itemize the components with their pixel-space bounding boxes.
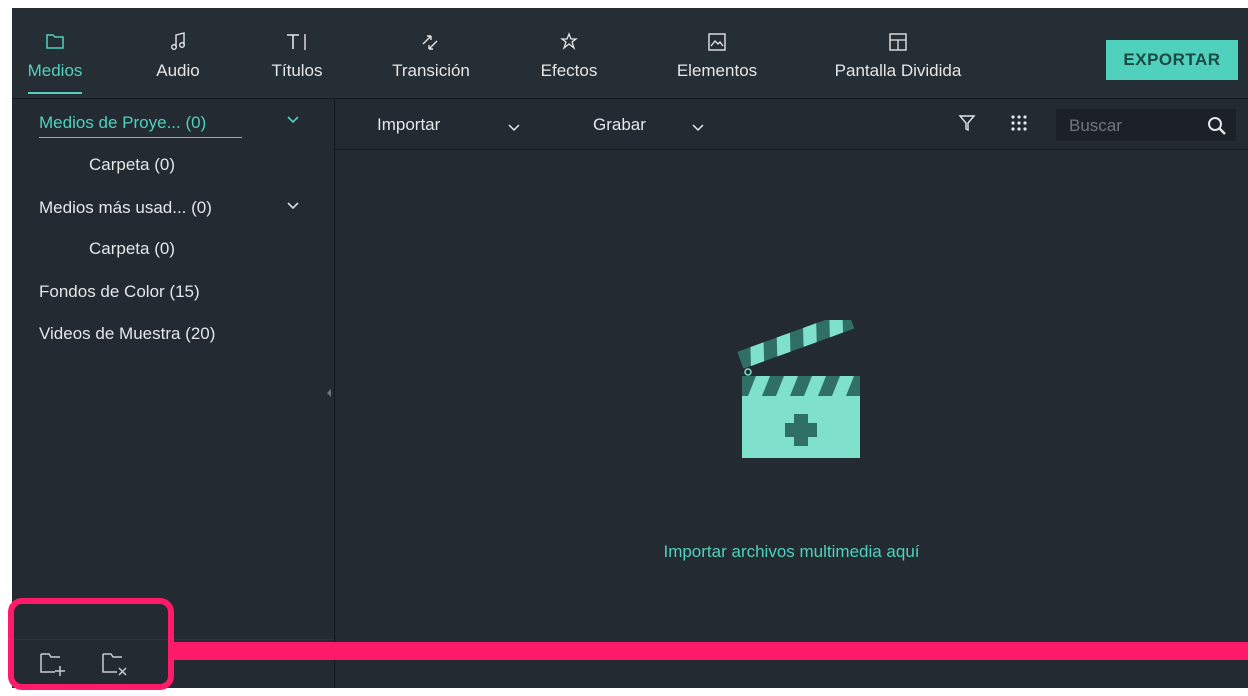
collapse-sidebar-handle[interactable] xyxy=(326,385,332,403)
import-dropdown[interactable]: Importar xyxy=(377,115,440,135)
tab-label: Audio xyxy=(156,61,200,80)
import-hint-text: Importar archivos multimedia aquí xyxy=(663,542,920,561)
tab-titulos[interactable]: Títulos xyxy=(262,32,332,96)
text-title-icon xyxy=(262,32,332,58)
tab-label: Medios xyxy=(27,61,83,80)
filter-icon[interactable] xyxy=(957,113,977,138)
tab-audio[interactable]: Audio xyxy=(148,32,208,96)
search-input[interactable] xyxy=(1067,109,1211,143)
search-box xyxy=(1056,109,1236,143)
tab-label: Elementos xyxy=(676,61,758,80)
media-toolbar: Importar Grabar xyxy=(335,99,1248,150)
sidebar-item-most-used-media[interactable]: Medios más usad... (0) xyxy=(39,198,212,218)
image-elements-icon xyxy=(662,32,772,58)
grid-view-icon[interactable] xyxy=(1009,113,1029,138)
media-library-panel: Importar Grabar Buscar Importar archivos… xyxy=(335,99,1248,688)
top-nav-bar: Medios Audio Títulos Transición Efectos … xyxy=(12,8,1248,99)
tab-label: Efectos xyxy=(540,61,598,80)
active-tab-underline xyxy=(28,92,82,94)
tab-efectos[interactable]: Efectos xyxy=(530,32,608,96)
active-item-underline xyxy=(39,137,242,138)
folder-icon xyxy=(24,32,86,58)
chevron-down-icon[interactable] xyxy=(286,197,300,215)
tab-label: Transición xyxy=(392,61,470,80)
annotation-arrow-line xyxy=(172,642,1248,660)
search-icon[interactable] xyxy=(1206,115,1228,142)
sidebar-item-sample-videos[interactable]: Videos de Muestra (20) xyxy=(39,324,215,344)
media-drop-area[interactable]: Importar archivos multimedia aquí xyxy=(335,150,1248,688)
effects-icon xyxy=(530,32,608,58)
sidebar-item-folder[interactable]: Carpeta (0) xyxy=(89,155,175,175)
tab-transicion[interactable]: Transición xyxy=(380,32,482,96)
sidebar-item-project-media[interactable]: Medios de Proye... (0) xyxy=(39,113,206,133)
tab-elementos[interactable]: Elementos xyxy=(662,32,772,96)
tab-label: Pantalla Dividida xyxy=(834,61,962,80)
record-dropdown[interactable]: Grabar xyxy=(593,115,646,135)
video-editor-app: Medios Audio Títulos Transición Efectos … xyxy=(12,8,1248,688)
transition-icon xyxy=(380,32,482,58)
chevron-down-icon[interactable] xyxy=(691,119,705,137)
tab-medios[interactable]: Medios xyxy=(24,32,86,96)
split-screen-icon xyxy=(817,32,979,58)
tab-pantalla-dividida[interactable]: Pantalla Dividida xyxy=(817,32,979,96)
chevron-down-icon[interactable] xyxy=(507,119,521,137)
chevron-down-icon[interactable] xyxy=(286,111,300,129)
music-note-icon xyxy=(148,32,208,58)
annotation-highlight-box xyxy=(8,598,174,690)
clapperboard-import-icon[interactable] xyxy=(728,311,868,465)
sidebar-item-folder[interactable]: Carpeta (0) xyxy=(89,239,175,259)
tab-label: Títulos xyxy=(271,61,323,80)
export-button[interactable]: EXPORTAR xyxy=(1106,40,1238,80)
sidebar-item-color-backgrounds[interactable]: Fondos de Color (15) xyxy=(39,282,200,302)
